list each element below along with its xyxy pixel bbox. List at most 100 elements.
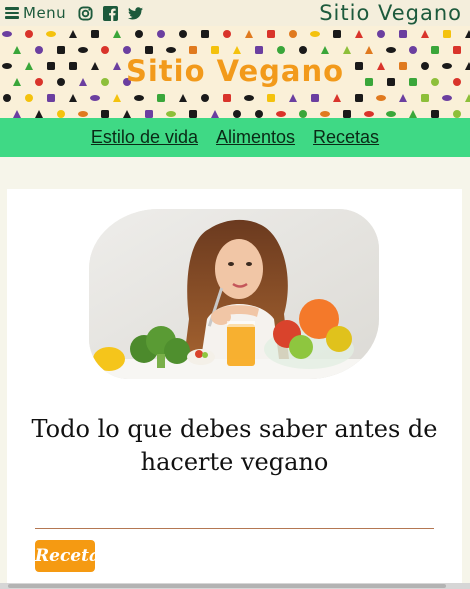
food-pattern-icon — [377, 30, 385, 38]
food-pattern-icon — [223, 94, 231, 102]
food-pattern-icon — [166, 47, 176, 53]
food-pattern-icon — [13, 110, 21, 118]
food-pattern-icon — [233, 110, 241, 118]
food-pattern-icon — [3, 94, 11, 102]
hamburger-icon — [5, 7, 19, 19]
food-pattern-icon — [233, 46, 241, 54]
food-pattern-icon — [179, 30, 187, 38]
food-pattern-icon — [35, 46, 43, 54]
food-pattern-icon — [157, 94, 165, 102]
food-pattern-icon — [321, 46, 329, 54]
top-bar: Menu Sitio Vegano — [0, 0, 470, 26]
food-pattern-icon — [386, 111, 396, 117]
food-pattern-icon — [211, 110, 219, 118]
food-pattern-icon — [267, 94, 275, 102]
food-pattern-icon — [123, 110, 131, 118]
food-pattern-icon — [25, 30, 33, 38]
food-pattern-icon — [453, 46, 461, 54]
food-pattern-icon — [189, 46, 197, 54]
header-banner: Sitio Vegano — [0, 26, 470, 118]
main-nav: Estilo de vida Alimentos Recetas — [0, 118, 470, 157]
food-pattern-icon — [113, 94, 121, 102]
facebook-icon[interactable] — [103, 5, 119, 21]
food-pattern-icon — [201, 94, 209, 102]
food-pattern-icon — [421, 94, 429, 102]
social-links — [78, 5, 144, 21]
menu-label: Menu — [23, 4, 67, 22]
food-pattern-icon — [157, 30, 165, 38]
food-pattern-icon — [465, 30, 470, 38]
food-pattern-icon — [311, 94, 319, 102]
food-pattern-icon — [244, 95, 254, 101]
food-pattern-icon — [299, 110, 307, 118]
food-pattern-icon — [134, 95, 144, 101]
food-pattern-icon — [101, 110, 109, 118]
food-pattern-icon — [320, 111, 330, 117]
food-pattern-icon — [46, 31, 56, 37]
food-pattern-icon — [399, 30, 407, 38]
food-pattern-icon — [431, 110, 439, 118]
food-pattern-icon — [123, 46, 131, 54]
food-pattern-icon — [179, 94, 187, 102]
article-card: Todo lo que debes saber antes de hacerte… — [7, 189, 462, 589]
food-pattern-icon — [355, 30, 363, 38]
nav-item-alimentos[interactable]: Alimentos — [216, 127, 295, 148]
horizontal-scrollbar[interactable] — [0, 583, 470, 589]
food-pattern-icon — [69, 94, 77, 102]
food-pattern-icon — [101, 46, 109, 54]
food-pattern-icon — [277, 46, 285, 54]
food-pattern-icon — [211, 46, 219, 54]
food-pattern-icon — [409, 46, 417, 54]
food-pattern-icon — [145, 46, 153, 54]
food-pattern-icon — [289, 30, 297, 38]
food-pattern-icon — [289, 94, 297, 102]
food-pattern-icon — [57, 46, 65, 54]
food-pattern-icon — [431, 46, 439, 54]
food-pattern-icon — [421, 30, 429, 38]
food-pattern-icon — [113, 30, 121, 38]
scrollbar-thumb[interactable] — [8, 584, 446, 588]
food-pattern-icon — [57, 110, 65, 118]
food-pattern-icon — [465, 94, 470, 102]
food-pattern-icon — [13, 46, 21, 54]
site-name[interactable]: Sitio Vegano — [319, 0, 462, 26]
instagram-icon[interactable] — [78, 5, 93, 21]
food-pattern-icon — [47, 94, 55, 102]
article-image[interactable] — [89, 209, 379, 379]
food-pattern-icon — [25, 94, 33, 102]
food-pattern-icon — [333, 94, 341, 102]
nav-item-recetas[interactable]: Recetas — [313, 127, 379, 148]
food-pattern-icon — [35, 110, 43, 118]
food-pattern-icon — [343, 110, 351, 118]
food-pattern-icon — [355, 94, 363, 102]
food-pattern-icon — [409, 110, 417, 118]
food-pattern-icon — [145, 110, 153, 118]
article-title[interactable]: Todo lo que debes saber antes de hacerte… — [23, 413, 446, 479]
food-pattern-icon — [255, 46, 263, 54]
food-pattern-icon — [255, 110, 263, 118]
food-pattern-icon — [2, 31, 12, 37]
woman-with-vegetables-image — [89, 209, 379, 379]
food-pattern-icon — [386, 47, 396, 53]
nav-item-estilo-de-vida[interactable]: Estilo de vida — [91, 127, 198, 148]
banner-title[interactable]: Sitio Vegano — [0, 54, 470, 88]
food-pattern-icon — [365, 46, 373, 54]
divider — [35, 528, 434, 529]
food-pattern-icon — [267, 30, 275, 38]
food-pattern-icon — [69, 30, 77, 38]
twitter-icon[interactable] — [128, 6, 144, 20]
food-pattern-icon — [223, 30, 231, 38]
category-badge[interactable]: Receta: — [35, 540, 106, 572]
food-pattern-icon — [343, 46, 351, 54]
food-pattern-icon — [310, 31, 320, 37]
menu-button[interactable]: Menu — [5, 4, 66, 22]
food-pattern-icon — [201, 30, 209, 38]
food-pattern-icon — [399, 94, 407, 102]
food-pattern-icon — [443, 30, 451, 38]
food-pattern-icon — [376, 95, 386, 101]
food-pattern-icon — [364, 111, 374, 117]
food-pattern-icon — [135, 30, 143, 38]
food-pattern-icon — [453, 110, 461, 118]
food-pattern-icon — [276, 111, 286, 117]
food-pattern-icon — [442, 95, 452, 101]
